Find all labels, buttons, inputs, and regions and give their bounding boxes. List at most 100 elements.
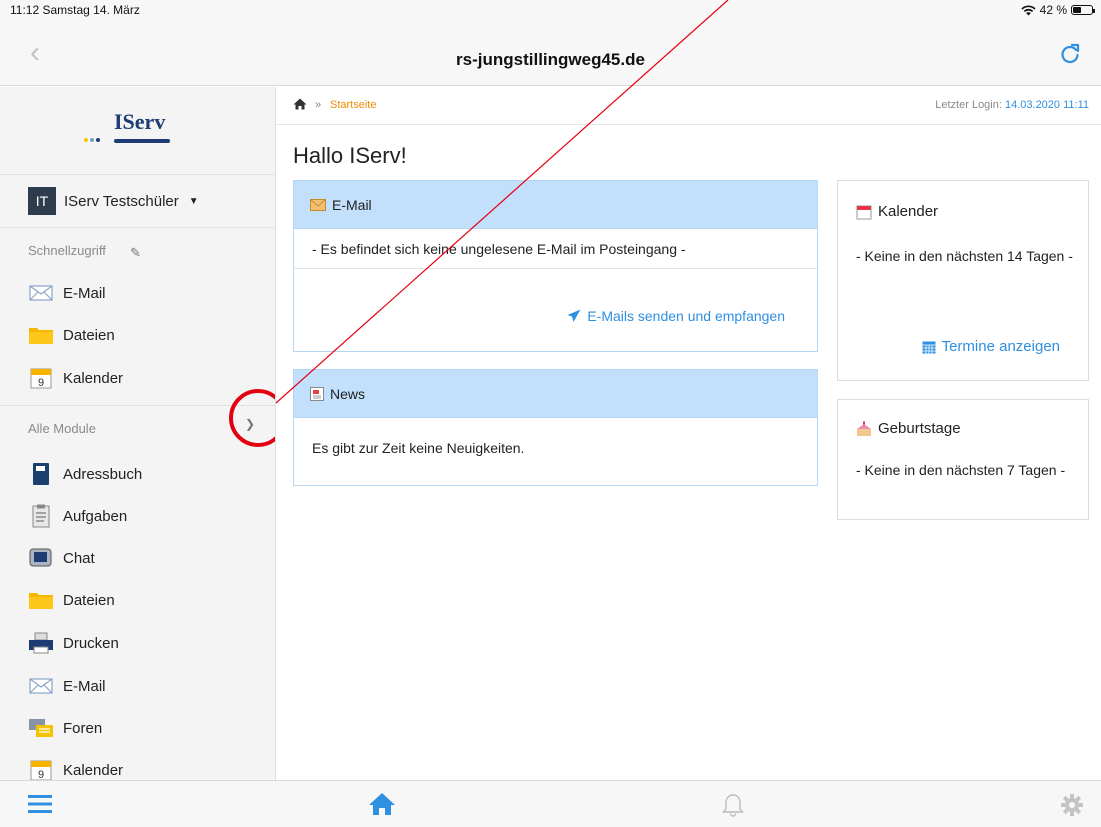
avatar: IT <box>28 187 56 215</box>
breadcrumb-separator: » <box>315 99 322 111</box>
breadcrumb-current[interactable]: Startseite <box>330 99 376 111</box>
sidebar-item-email-module[interactable]: E-Mail <box>28 672 106 700</box>
printer-icon <box>28 632 54 654</box>
logo-dots <box>84 138 100 142</box>
svg-text:9: 9 <box>38 769 44 780</box>
gear-icon[interactable] <box>1060 793 1084 822</box>
email-panel-title: E-Mail <box>332 196 372 213</box>
last-login-value: 14.03.2020 11:11 <box>1004 99 1089 111</box>
clipboard-icon <box>28 504 54 528</box>
last-login-label: Letzter Login: <box>935 99 1002 111</box>
user-name: IServ Testschüler <box>64 192 179 210</box>
sidebar-item-label: Foren <box>63 719 103 737</box>
reload-icon[interactable] <box>1059 42 1081 71</box>
email-panel: E-Mail - Es befindet sich keine ungelese… <box>293 180 818 352</box>
battery-icon <box>1071 5 1095 15</box>
envelope-icon <box>28 675 54 697</box>
forum-icon <box>28 717 54 739</box>
calendar-icon: 9 <box>28 367 54 389</box>
calendar-icon <box>922 341 936 353</box>
sidebar-item-calendar-module[interactable]: 9 Kalender <box>28 756 123 780</box>
sidebar-item-files[interactable]: Dateien <box>28 321 115 349</box>
news-panel-message: Es gibt zur Zeit keine Neuigkeiten. <box>312 440 525 456</box>
user-menu[interactable]: IT IServ Testschüler ▼ <box>28 187 199 215</box>
logo-text: IServ <box>114 109 166 134</box>
news-panel-title: News <box>330 385 366 402</box>
chat-icon <box>28 547 54 569</box>
sidebar-item-print[interactable]: Drucken <box>28 629 119 657</box>
sidebar: IServ IT IServ Testschüler ▼ Schnellzugr… <box>0 87 276 780</box>
sidebar-item-tasks[interactable]: Aufgaben <box>28 502 127 530</box>
sidebar-item-address-book[interactable]: Adressbuch <box>28 460 142 488</box>
sidebar-item-forums[interactable]: Foren <box>28 714 102 742</box>
svg-text:9: 9 <box>38 377 44 389</box>
bottom-toolbar <box>0 780 1101 827</box>
status-right: 42 % <box>1021 3 1095 17</box>
paper-plane-icon <box>567 309 581 322</box>
calendar-panel-message: - Keine in den nächsten 14 Tagen - <box>856 248 1073 264</box>
send-receive-email-link[interactable]: E-Mails senden und empfangen <box>567 308 785 324</box>
pencil-edit-icon[interactable]: ✎ <box>130 245 141 261</box>
calendar-icon: 9 <box>28 759 54 780</box>
wifi-icon <box>1021 4 1036 15</box>
bell-icon[interactable] <box>722 793 744 822</box>
home-icon[interactable] <box>293 98 307 113</box>
sidebar-item-label: E-Mail <box>63 677 106 695</box>
news-icon <box>310 386 324 401</box>
email-panel-message: - Es befindet sich keine ungelesene E-Ma… <box>294 229 817 269</box>
folder-icon <box>28 589 54 611</box>
breadcrumb: » Startseite Letzter Login: 14.03.2020 1… <box>277 87 1101 125</box>
main-content: » Startseite Letzter Login: 14.03.2020 1… <box>277 87 1101 780</box>
all-modules-label: Alle Module <box>28 421 96 436</box>
sidebar-item-calendar[interactable]: 9 Kalender <box>28 364 123 392</box>
sidebar-divider <box>0 227 275 228</box>
calendar-panel-title-row: Kalender <box>856 203 938 220</box>
news-panel: News Es gibt zur Zeit keine Neuigkeiten. <box>293 369 818 486</box>
iserv-logo[interactable]: IServ <box>84 109 174 149</box>
envelope-icon <box>28 282 54 304</box>
birthdays-panel-title: Geburtstage <box>878 420 961 437</box>
sidebar-item-label: E-Mail <box>63 284 106 302</box>
quick-access-label: Schnellzugriff <box>28 243 106 258</box>
sidebar-item-email[interactable]: E-Mail <box>28 279 106 307</box>
news-panel-header: News <box>294 370 817 418</box>
sidebar-item-label: Drucken <box>63 634 119 652</box>
logo-underline <box>114 139 170 143</box>
address-book-icon <box>28 463 54 485</box>
menu-icon[interactable] <box>28 794 52 819</box>
sidebar-item-files-module[interactable]: Dateien <box>28 586 115 614</box>
page-title: Hallo IServ! <box>293 143 407 168</box>
cake-icon <box>857 421 871 436</box>
envelope-icon <box>310 198 326 211</box>
last-login: Letzter Login: 14.03.2020 11:11 <box>935 99 1089 111</box>
birthdays-panel-title-row: Geburtstage <box>856 420 961 437</box>
sidebar-item-label: Chat <box>63 549 95 567</box>
sidebar-item-label: Dateien <box>63 591 115 609</box>
calendar-panel-title: Kalender <box>878 203 939 220</box>
show-appointments-link[interactable]: Termine anzeigen <box>922 338 1060 355</box>
send-receive-email-label: E-Mails senden und empfangen <box>587 308 785 324</box>
show-appointments-label: Termine anzeigen <box>941 338 1060 355</box>
sidebar-item-chat[interactable]: Chat <box>28 544 95 572</box>
annotation-circle <box>229 389 275 447</box>
sidebar-item-label: Dateien <box>63 326 115 344</box>
birthdays-panel-message: - Keine in den nächsten 7 Tagen - <box>856 462 1066 478</box>
sidebar-item-label: Aufgaben <box>63 507 128 525</box>
battery-fill <box>1073 7 1081 13</box>
calendar-panel: Kalender - Keine in den nächsten 14 Tage… <box>837 180 1089 381</box>
status-bar: 11:12 Samstag 14. März 42 % <box>0 0 1101 20</box>
sidebar-item-label: Kalender <box>63 761 124 779</box>
page-url-title: rs-jungstillingweg45.de <box>456 50 645 69</box>
status-time-date: 11:12 Samstag 14. März <box>10 3 140 17</box>
sidebar-divider <box>0 174 275 175</box>
caret-down-icon: ▼ <box>188 195 199 207</box>
email-panel-header: E-Mail <box>294 181 817 229</box>
home-icon[interactable] <box>368 792 396 821</box>
browser-nav-bar: ‹ rs-jungstillingweg45.de <box>0 20 1101 86</box>
sidebar-item-label: Adressbuch <box>63 465 143 483</box>
calendar-icon <box>856 205 872 219</box>
folder-icon <box>28 324 54 346</box>
battery-percent: 42 % <box>1039 3 1067 17</box>
sidebar-item-label: Kalender <box>63 369 124 387</box>
birthdays-panel: Geburtstage - Keine in den nächsten 7 Ta… <box>837 399 1089 520</box>
